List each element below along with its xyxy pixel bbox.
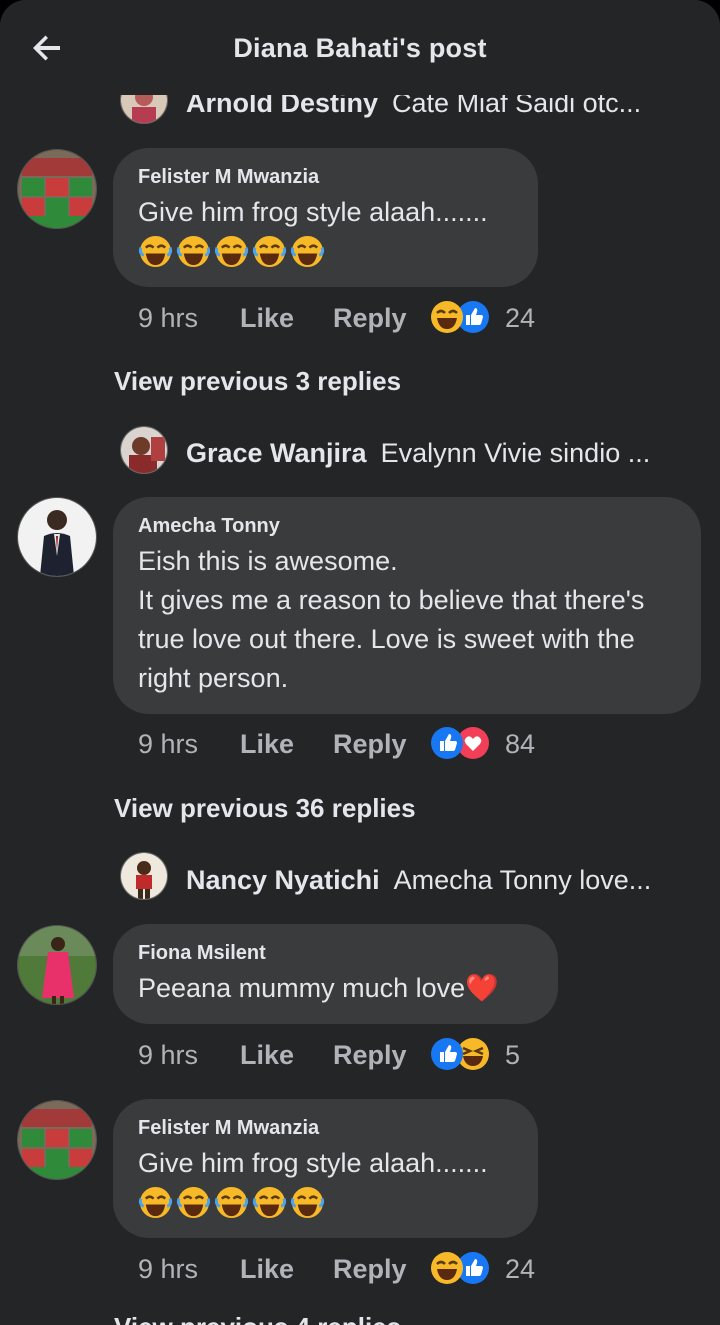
comment-text: Give him frog style alaah....... [138, 1148, 488, 1178]
avatar-amecha[interactable] [17, 497, 97, 577]
reply-avatar-nancy[interactable] [120, 852, 168, 900]
comment-bubble[interactable]: Felister M Mwanzia Give him frog style a… [113, 1099, 538, 1238]
laughing-emoji-icon [176, 1186, 211, 1219]
reply-preview-text: Amecha Tonny love... [393, 865, 652, 895]
reply-button[interactable]: Reply [333, 1254, 407, 1285]
avatar-fiona[interactable] [17, 925, 97, 1005]
reply-preview-text: Evalynn Vivie sindio ... [380, 438, 651, 468]
reply-button[interactable]: Reply [333, 303, 407, 334]
view-previous-replies[interactable]: View previous 3 replies [114, 366, 401, 397]
view-previous-replies[interactable]: View previous 4 replies [114, 1312, 401, 1325]
laughing-emoji-icon [214, 1186, 249, 1219]
view-previous-replies[interactable]: View previous 36 replies [114, 793, 416, 824]
reply-button[interactable]: Reply [333, 1040, 407, 1071]
thumbs-up-icon [431, 727, 463, 759]
reply-preview-grace[interactable]: Grace Wanjira Evalynn Vivie sindio ... [186, 438, 650, 469]
like-button[interactable]: Like [240, 729, 294, 760]
reply-preview-nancy[interactable]: Nancy Nyatichi Amecha Tonny love... [186, 865, 651, 896]
laughing-emoji-icon [214, 235, 249, 268]
laughing-emoji-icon [138, 1186, 173, 1219]
avatar-felister[interactable] [17, 149, 97, 229]
top-bar: Diana Bahati's post [0, 0, 720, 95]
comment-author[interactable]: Fiona Msilent [138, 942, 266, 965]
reaction-summary[interactable] [430, 1037, 500, 1073]
comment-author[interactable]: Felister M Mwanzia [138, 1117, 319, 1140]
laughing-emoji-icon [252, 1186, 287, 1219]
reply-preview-name: Nancy Nyatichi [186, 865, 380, 895]
reaction-summary[interactable] [430, 300, 500, 336]
comment-bubble[interactable]: Fiona Msilent Peeana mummy much love❤️ [113, 924, 558, 1024]
comment-text: Give him frog style alaah....... [138, 197, 488, 227]
comment-author[interactable]: Felister M Mwanzia [138, 166, 319, 189]
emoji-row [138, 234, 328, 272]
comments-screen: Arnold Destiny Cate Miaf Saidi otc... Fel… [0, 0, 720, 1325]
comment-bubble[interactable]: Felister M Mwanzia Give him frog style a… [113, 148, 538, 287]
laughing-emoji-icon [176, 235, 211, 268]
thumbs-up-icon [431, 1038, 463, 1070]
emoji-row [138, 1185, 328, 1223]
comment-text: Eish this is awesome. It gives me a reas… [138, 546, 645, 693]
comment-time: 9 hrs [138, 1254, 199, 1284]
reaction-count[interactable]: 84 [505, 729, 535, 760]
reaction-count[interactable]: 24 [505, 303, 535, 334]
reaction-summary[interactable] [430, 726, 500, 762]
avatar-felister[interactable] [17, 1100, 97, 1180]
laughing-emoji-icon [252, 235, 287, 268]
laughing-emoji-icon [431, 1252, 463, 1284]
reply-preview-name: Grace Wanjira [186, 438, 367, 468]
reply-button[interactable]: Reply [333, 729, 407, 760]
like-button[interactable]: Like [240, 303, 294, 334]
reaction-count[interactable]: 5 [505, 1040, 520, 1071]
comment-time: 9 hrs [138, 729, 199, 759]
comment-author[interactable]: Amecha Tonny [138, 515, 280, 538]
laughing-emoji-icon [431, 301, 463, 333]
reaction-count[interactable]: 24 [505, 1254, 535, 1285]
comment-text: Peeana mummy much love❤️ [138, 973, 499, 1003]
page-title: Diana Bahati's post [233, 33, 487, 63]
reply-avatar-grace[interactable] [120, 426, 168, 474]
laughing-emoji-icon [138, 235, 173, 268]
laughing-emoji-icon [290, 235, 325, 268]
comment-time: 9 hrs [138, 303, 199, 333]
laughing-emoji-icon [290, 1186, 325, 1219]
like-button[interactable]: Like [240, 1254, 294, 1285]
like-button[interactable]: Like [240, 1040, 294, 1071]
reaction-summary[interactable] [430, 1251, 500, 1287]
comment-bubble[interactable]: Amecha Tonny Eish this is awesome. It gi… [113, 497, 701, 714]
comment-time: 9 hrs [138, 1040, 199, 1070]
